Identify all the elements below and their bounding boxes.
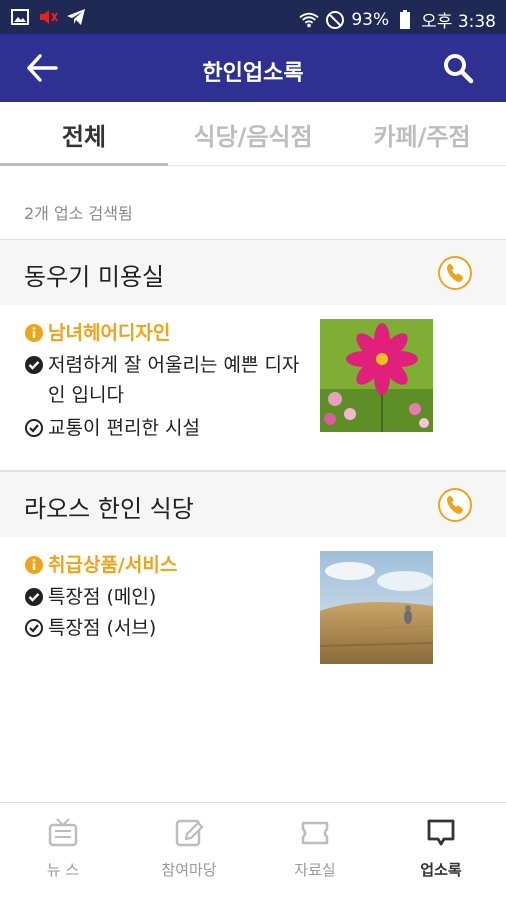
- check-circle-icon: [25, 356, 43, 374]
- listing-category: 남녀헤어디자인: [24, 318, 314, 348]
- listing-feature: 특장점 (메인): [24, 582, 314, 612]
- field-photo: [320, 551, 433, 664]
- nav-archive[interactable]: 자료실: [252, 803, 378, 901]
- info-icon: [25, 324, 43, 342]
- listing-header[interactable]: 라오스 한인 식당: [0, 471, 506, 537]
- tab-restaurant[interactable]: 식당/음식점: [169, 102, 337, 166]
- listing-feature: 저렴하게 잘 어울리는 예쁜 디자인 입니다: [24, 350, 314, 410]
- listing-thumbnail[interactable]: [320, 551, 433, 664]
- telegram-icon: [66, 7, 86, 27]
- gallery-icon: [10, 7, 30, 27]
- battery-icon: [395, 9, 415, 30]
- status-time: 오후 3:38: [421, 12, 496, 32]
- nav-label: 자료실: [294, 861, 336, 879]
- tab-all[interactable]: 전체: [0, 102, 168, 166]
- edit-icon: [175, 819, 204, 847]
- nav-news[interactable]: 뉴 스: [0, 803, 126, 901]
- listing-thumbnail[interactable]: [320, 319, 433, 432]
- listing-header[interactable]: 동우기 미용실: [0, 239, 506, 305]
- listing-body[interactable]: 취급상품/서비스 특장점 (메인) 특장점 (서브): [0, 537, 506, 705]
- app-bar: 한인업소록: [0, 34, 506, 102]
- nav-label: 뉴 스: [46, 861, 80, 879]
- listing-category: 취급상품/서비스: [24, 550, 314, 580]
- ticket-icon: [301, 821, 329, 845]
- listing-feature: 교통이 편리한 시설: [24, 413, 314, 443]
- info-icon: [25, 556, 43, 574]
- tab-cafe[interactable]: 카페/주점: [338, 102, 506, 166]
- page-title: 한인업소록: [202, 61, 304, 86]
- flower-photo: [320, 319, 433, 432]
- do-not-disturb-icon: [325, 10, 345, 30]
- listing-body[interactable]: 남녀헤어디자인 저렴하게 잘 어울리는 예쁜 디자인 입니다 교통이 편리한 시…: [0, 305, 506, 473]
- status-left-icons: [10, 7, 86, 27]
- nav-label: 참여마당: [161, 861, 217, 879]
- phone-icon[interactable]: [437, 255, 473, 291]
- check-circle-icon: [25, 588, 43, 606]
- status-bar: 93% 오후 3:38: [0, 0, 506, 34]
- search-icon: [444, 54, 474, 84]
- chat-icon: [427, 819, 455, 846]
- bottom-nav: 뉴 스 참여마당 자료실 업소록: [0, 802, 506, 900]
- check-circle-outline-icon: [25, 419, 43, 437]
- check-circle-outline-icon: [25, 619, 43, 637]
- feature-text: 교통이 편리한 시설: [48, 417, 200, 439]
- listing-name: 동우기 미용실: [24, 263, 165, 291]
- status-right-icons: 93% 오후 3:38: [299, 7, 496, 32]
- category-text: 취급상품/서비스: [48, 554, 178, 576]
- feature-text: 특장점 (메인): [48, 586, 157, 608]
- feature-text: 저렴하게 잘 어울리는 예쁜 디자인 입니다: [48, 354, 300, 406]
- phone-icon[interactable]: [437, 487, 473, 523]
- listing-feature: 특장점 (서브): [24, 613, 314, 643]
- nav-participation[interactable]: 참여마당: [126, 803, 252, 901]
- category-tabs: 전체 식당/음식점 카페/주점: [0, 102, 506, 166]
- listing-name: 라오스 한인 식당: [24, 495, 194, 523]
- feature-text: 특장점 (서브): [48, 617, 157, 639]
- search-button[interactable]: [438, 49, 478, 87]
- nav-label: 업소록: [420, 861, 462, 879]
- category-text: 남녀헤어디자인: [48, 322, 171, 344]
- tab-indicator: [0, 163, 168, 166]
- wifi-icon: [299, 10, 320, 30]
- battery-percent: 93%: [351, 9, 390, 30]
- tv-icon: [48, 818, 78, 847]
- result-count: 2개 업소 검색됨: [24, 204, 133, 223]
- speaker-icon: [38, 7, 58, 27]
- nav-directory[interactable]: 업소록: [378, 803, 504, 901]
